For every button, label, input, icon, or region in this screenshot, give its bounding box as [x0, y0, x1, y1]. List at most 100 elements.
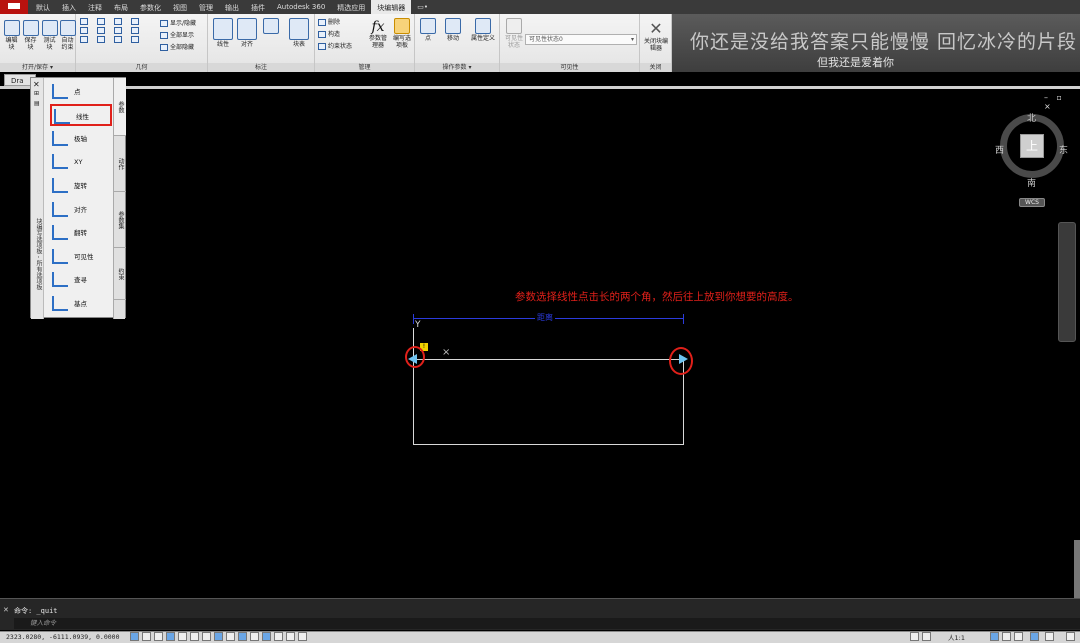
construction-item[interactable]: 构造 — [318, 31, 340, 39]
tab-insert[interactable]: 插入 — [56, 0, 82, 14]
concentric-icon[interactable] — [114, 18, 122, 25]
parameter-manager-button[interactable]: fx 参数管理器 — [367, 18, 389, 49]
isolate-objects-icon[interactable] — [1030, 632, 1039, 641]
point-button[interactable]: 点 — [418, 18, 438, 42]
palette-titlebar[interactable]: ✕ ⊞ ▤ 块编写选项板 - 所有选项板 — [31, 78, 44, 319]
model-layout-icon[interactable] — [910, 632, 919, 641]
group-open-save-title[interactable]: 打开/保存 ▾ — [0, 63, 75, 72]
parallel-icon[interactable] — [97, 27, 105, 34]
tab-annotate[interactable]: 注释 — [82, 0, 108, 14]
attribute-definition-button[interactable]: 属性定义 — [468, 18, 498, 42]
osnap-toggle-icon[interactable] — [178, 632, 187, 641]
auto-constrain-button[interactable]: 自动约束 — [59, 20, 76, 51]
authoring-palettes-button[interactable]: 编写选项板 — [391, 18, 413, 49]
compass-north[interactable]: 北 — [1027, 111, 1036, 124]
tab-default[interactable]: 默认 — [30, 0, 56, 14]
equal-icon[interactable] — [131, 36, 139, 43]
close-block-editor-button[interactable]: ✕ 关闭块编辑器 — [642, 20, 670, 53]
tab-layout[interactable]: 布局 — [108, 0, 134, 14]
tab-output[interactable]: 输出 — [219, 0, 245, 14]
block-table-button[interactable]: 块表 — [288, 18, 310, 48]
palette-item-rotation[interactable]: 旋转 — [50, 175, 112, 197]
viewcube-top-face[interactable]: 上 — [1020, 134, 1044, 158]
ducs-toggle-icon[interactable] — [202, 632, 211, 641]
viewport-window-controls[interactable]: – ▫ × — [1044, 93, 1080, 111]
command-close-icon[interactable]: ✕ — [3, 606, 9, 614]
visibility-state-button[interactable]: 可见性状态 — [503, 18, 525, 49]
grid-toggle-icon[interactable] — [142, 632, 151, 641]
annotation-monitor-toggle-icon[interactable] — [274, 632, 283, 641]
smooth-icon[interactable] — [80, 36, 88, 43]
delete-item[interactable]: 删除 — [318, 19, 340, 27]
hardware-accel-icon[interactable] — [1014, 632, 1023, 641]
group-action-params-title[interactable]: 操作参数 ▾ — [415, 63, 499, 72]
edit-block-button[interactable]: 编辑块 — [3, 20, 20, 51]
vertical-scrollbar[interactable] — [1074, 540, 1080, 600]
workspace-switch-icon[interactable] — [990, 632, 999, 641]
palette-tab-parameter-sets[interactable]: 参数集 — [114, 192, 126, 248]
palette-item-linear[interactable]: 线性 — [50, 104, 112, 126]
tab-autodesk-360[interactable]: Autodesk 360 — [271, 0, 331, 14]
tab-plugins[interactable]: 插件 — [245, 0, 271, 14]
model-space-toggle-icon[interactable] — [286, 632, 295, 641]
quick-view-icon[interactable] — [922, 632, 931, 641]
lineweight-toggle-icon[interactable] — [226, 632, 235, 641]
fix-icon[interactable] — [131, 18, 139, 25]
constraint-status-item[interactable]: 约束状态 — [318, 43, 352, 51]
application-button[interactable] — [0, 0, 28, 14]
palette-properties-icon[interactable]: ▤ — [34, 100, 40, 107]
vertical-icon[interactable] — [97, 36, 105, 43]
aligned-dim-button[interactable]: 对齐 — [236, 18, 258, 48]
cursor-coordinates[interactable]: 2323.0280, -6111.0939, 0.0000 — [6, 633, 120, 641]
command-input[interactable]: 键入命令 — [14, 618, 1080, 629]
workspace-toggle-icon[interactable] — [298, 632, 307, 641]
compass-south[interactable]: 南 — [1027, 176, 1036, 189]
palette-item-alignment[interactable]: 对齐 — [50, 199, 112, 221]
palette-item-point[interactable]: 点 — [50, 81, 112, 103]
show-hide-item[interactable]: 显示/隐藏 — [160, 20, 196, 28]
tab-view[interactable]: 视图 — [167, 0, 193, 14]
quick-properties-toggle-icon[interactable] — [250, 632, 259, 641]
show-all-item[interactable]: 全部显示 — [160, 32, 194, 40]
polar-toggle-icon[interactable] — [166, 632, 175, 641]
palette-close-icon[interactable]: ✕ — [33, 80, 40, 89]
test-block-button[interactable]: 测试块 — [41, 20, 58, 51]
tab-parametric[interactable]: 参数化 — [134, 0, 167, 14]
tab-extra[interactable]: ▭• — [411, 0, 434, 14]
ortho-toggle-icon[interactable] — [154, 632, 163, 641]
tab-manage[interactable]: 管理 — [193, 0, 219, 14]
tangent-icon[interactable] — [131, 27, 139, 34]
clean-screen-icon[interactable] — [1045, 632, 1054, 641]
horizontal-icon[interactable] — [114, 27, 122, 34]
palette-tab-constraints[interactable]: 约束 — [114, 248, 126, 300]
selection-cycling-toggle-icon[interactable] — [262, 632, 271, 641]
hide-all-item[interactable]: 全部隐藏 — [160, 44, 194, 52]
visibility-state-dropdown[interactable]: 可见性状态0 — [525, 34, 637, 45]
dim-extras[interactable] — [260, 18, 282, 35]
palette-item-basepoint[interactable]: 基点 — [50, 293, 112, 315]
geometry-constraint-icons[interactable] — [80, 18, 150, 58]
tab-featured-apps[interactable]: 精选应用 — [331, 0, 371, 14]
annotation-scale[interactable]: 人1:1 — [948, 632, 965, 642]
palette-item-visibility[interactable]: 可见性 — [50, 246, 112, 268]
palette-tab-parameters[interactable]: 参数 — [114, 78, 126, 136]
collinear-icon[interactable] — [80, 27, 88, 34]
lock-ui-icon[interactable] — [1002, 632, 1011, 641]
dyn-toggle-icon[interactable] — [214, 632, 223, 641]
block-rectangle[interactable] — [413, 359, 684, 445]
palette-item-polar[interactable]: 极轴 — [50, 128, 112, 150]
perpendicular-icon[interactable] — [97, 18, 105, 25]
snap-toggle-icon[interactable] — [130, 632, 139, 641]
symmetric-icon[interactable] — [114, 36, 122, 43]
linear-dim-button[interactable]: 线性 — [212, 18, 234, 48]
palette-item-flip[interactable]: 翻转 — [50, 222, 112, 244]
customization-icon[interactable] — [1066, 632, 1075, 641]
compass-west[interactable]: 西 — [995, 143, 1004, 156]
tab-block-editor[interactable]: 块编辑器 — [371, 0, 412, 14]
dimension-label[interactable]: 距离 — [535, 312, 555, 323]
palette-pin-icon[interactable]: ⊞ — [34, 90, 39, 97]
palette-item-lookup[interactable]: 查寻 — [50, 269, 112, 291]
compass-east[interactable]: 东 — [1059, 143, 1068, 156]
transparency-toggle-icon[interactable] — [238, 632, 247, 641]
move-button[interactable]: 移动 — [442, 18, 464, 42]
